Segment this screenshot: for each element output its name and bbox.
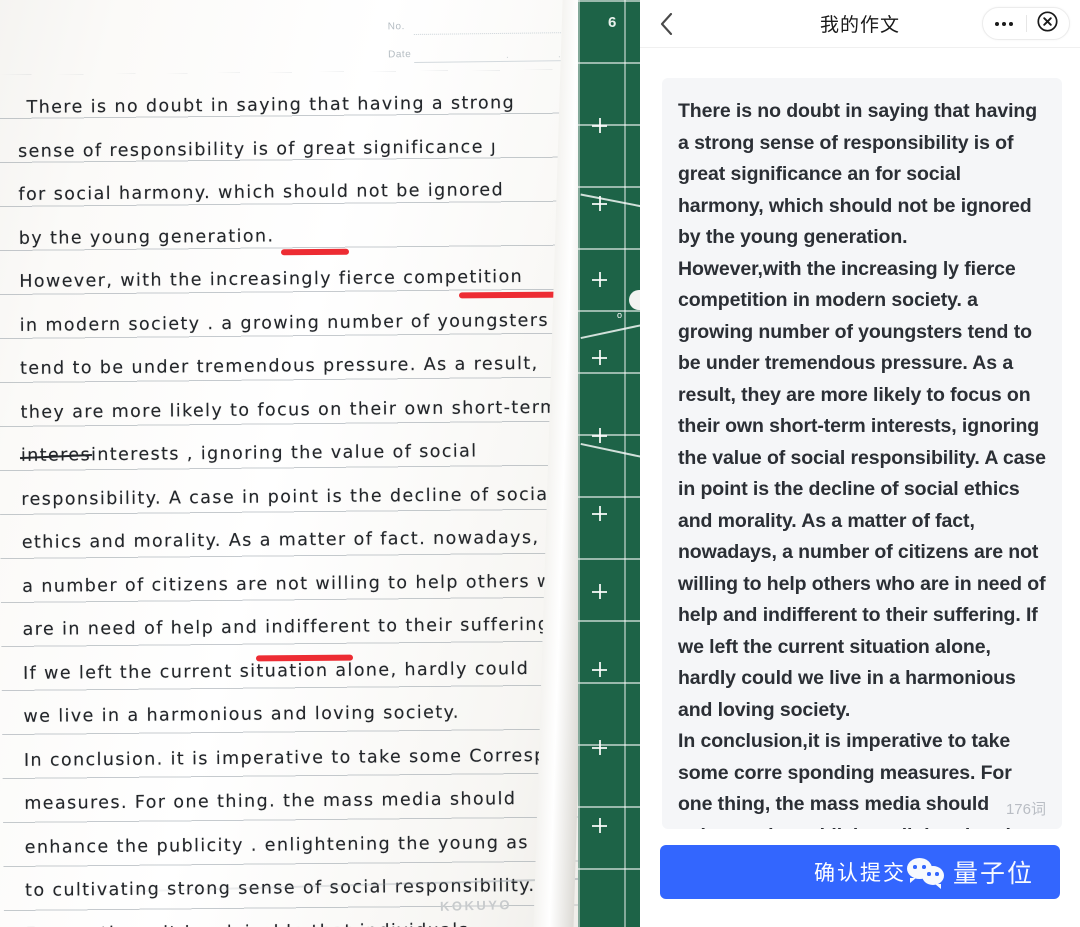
mat-diagonal-line — [580, 442, 640, 460]
red-underline-singly — [280, 248, 350, 256]
handwriting-line: There is no doubt in saying that having … — [26, 93, 516, 118]
handwriting-line: for social harmony. which should not be … — [18, 180, 505, 205]
back-button[interactable] — [640, 0, 692, 48]
footer-bar: 确认提交 量子位 — [640, 829, 1080, 927]
mat-cross-icon — [592, 428, 607, 443]
wechat-bubble-large — [906, 858, 932, 883]
close-button[interactable] — [1027, 8, 1070, 39]
kokuyo-brand: KOKUYO — [439, 897, 513, 914]
mat-cross-icon — [592, 118, 607, 133]
mat-circle-marker — [629, 290, 640, 310]
handwritten-essay-body: There is no doubt in saying that having … — [17, 81, 626, 927]
mat-cross-icon — [592, 506, 607, 521]
mat-cross-icon — [592, 662, 607, 677]
handwriting-line-rest: interests , ignoring the value of social — [90, 441, 478, 466]
handwriting-line-struck: interesinterests , ignoring the value of… — [21, 429, 621, 478]
essay-content-area: There is no doubt in saying that having … — [640, 48, 1080, 829]
mat-cross-icon — [592, 584, 607, 599]
app-screen: No. Date . . There is no doubt in saying… — [0, 0, 1080, 927]
handwriting-line: we live in a harmonious and loving socie… — [23, 702, 460, 727]
red-underline-imperative — [255, 654, 354, 662]
essay-card[interactable]: There is no doubt in saying that having … — [662, 78, 1062, 829]
handwriting-line: tend to be under tremendous pressure. As… — [20, 353, 539, 379]
handwriting-line: ethics and morality. As a matter of fact… — [21, 527, 540, 553]
recognized-essay-text: There is no doubt in saying that having … — [678, 100, 1046, 829]
cutting-mat: 6 o — [578, 0, 640, 927]
handwriting-line: In conclusion. it is imperative to take … — [23, 744, 616, 771]
handwriting-line: measures. For one thing. the mass media … — [24, 789, 517, 814]
cutting-mat-number: 6 — [608, 14, 617, 31]
handwriting-line: are in need of help and indifferent to t… — [22, 614, 558, 640]
notebook-date-tick-1: . — [506, 49, 510, 60]
handwriting-line: in modern society . a growing number of … — [19, 310, 550, 336]
mat-cross-icon — [592, 818, 607, 833]
mat-letter-o: o — [616, 310, 622, 320]
wechat-capsule — [982, 7, 1070, 40]
chevron-left-icon — [660, 12, 673, 35]
handwriting-line: sense of responsibility is of great sign… — [17, 136, 498, 162]
more-button[interactable] — [983, 8, 1026, 39]
struck-word: interes — [20, 445, 92, 466]
handwriting-line: a number of citizens are not willing to … — [22, 571, 578, 597]
handwriting-line: they are more likely to focus on their o… — [20, 397, 559, 423]
wechat-bubble-small — [921, 866, 944, 889]
handwriting-photo[interactable]: No. Date . . There is no doubt in saying… — [0, 0, 640, 927]
mat-diagonal-line — [580, 193, 640, 209]
wechat-logo-icon — [906, 857, 947, 889]
mat-diagonal-line — [580, 322, 640, 340]
notebook-date-label: Date — [388, 49, 412, 61]
mat-cross-icon — [592, 272, 607, 287]
mat-cross-icon — [592, 350, 607, 365]
navigation-bar: 我的作文 — [640, 0, 1080, 48]
mini-program-panel: 我的作文 There is no doubt in saying that ha… — [640, 0, 1080, 927]
qbitai-watermark: 量子位 — [906, 854, 1034, 890]
confirm-submit-button[interactable]: 确认提交 量子位 — [660, 845, 1060, 899]
mat-cross-icon — [592, 740, 607, 755]
more-dots-icon — [995, 21, 1014, 26]
close-circle-icon — [1037, 10, 1058, 37]
handwriting-line: responsibility. A case in point is the d… — [21, 484, 555, 510]
notebook-no-label: No. — [387, 21, 405, 33]
red-underline-youngsters — [458, 291, 566, 299]
handwriting-line-rest: For another . it is advisable that indiv… — [25, 920, 469, 927]
watermark-label: 量子位 — [952, 859, 1034, 888]
confirm-submit-label: 确认提交 — [814, 862, 906, 885]
word-count-badge: 176词 — [1005, 801, 1046, 818]
